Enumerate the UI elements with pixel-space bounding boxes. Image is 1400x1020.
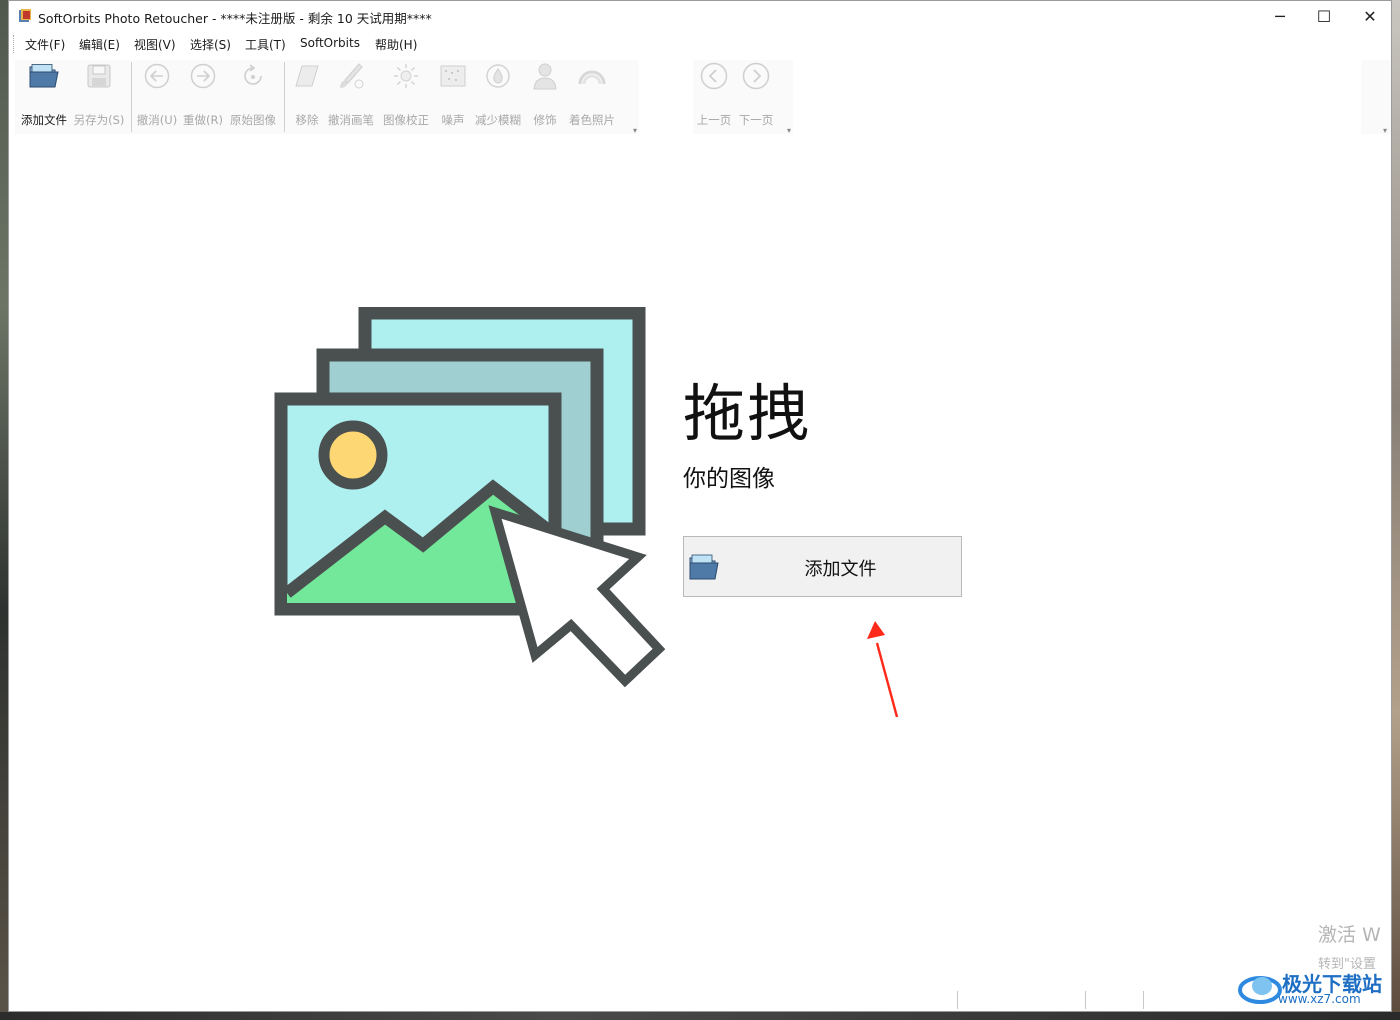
previous-page-label: 上一页 [696,113,732,127]
redo-label: 重做(R) [183,113,223,127]
drop-icon [481,58,515,94]
close-button[interactable]: ✕ [1347,1,1393,31]
undo-label: 撤消(U) [136,113,178,127]
folder-open-icon [27,58,61,94]
toolbar-extra-group [1361,60,1391,134]
undo-brush-button[interactable]: 撤消画笔 [325,58,377,128]
chevron-left-circle-icon [697,58,731,94]
add-file-button[interactable]: 添加文件 [683,536,962,597]
extra-overflow-icon[interactable]: ▾ [1383,126,1387,135]
status-bar [9,989,1391,1011]
watermark-url: www.xz7.com [1278,992,1361,1006]
image-correction-label: 图像校正 [383,113,429,127]
menu-edit[interactable]: 编辑(E) [79,36,120,53]
menu-tools[interactable]: 工具(T) [245,36,286,53]
menu-select[interactable]: 选择(S) [190,36,231,53]
drop-images-illustration [274,307,665,687]
restore-icon [236,58,270,94]
toolbar-separator [284,62,285,132]
desktop-edge-right [1392,0,1400,1020]
eraser-icon [290,58,324,94]
close-icon: ✕ [1363,6,1377,26]
previous-page-button[interactable]: 上一页 [693,58,735,128]
add-file-tool-label: 添加文件 [21,113,67,127]
app-window: SoftOrbits Photo Retoucher - ****未注册版 - … [8,0,1392,1012]
noise-button[interactable]: 噪声 [435,58,471,128]
noise-icon [436,58,470,94]
site-watermark: 极光下载站 www.xz7.com [1238,966,1384,1012]
app-icon [19,9,31,22]
nav-overflow-icon[interactable]: ▾ [787,126,791,135]
original-image-button[interactable]: 原始图像 [227,58,279,128]
title-bar: SoftOrbits Photo Retoucher - ****未注册版 - … [9,1,1391,31]
remove-button[interactable]: 移除 [289,58,325,128]
person-icon [528,58,562,94]
original-image-label: 原始图像 [230,113,276,127]
activation-line-1: 激活 W [1318,924,1381,946]
colorize-button[interactable]: 着色照片 [565,58,619,128]
desktop-edge-bottom [0,1012,1400,1020]
next-page-button[interactable]: 下一页 [735,58,777,128]
toolbar: 添加文件 另存为(S) 撤消(U) 重做(R) 原始图像 移除 撤消画笔 图像校… [9,58,1391,136]
brush-icon [334,58,368,94]
save-as-button[interactable]: 另存为(S) [73,58,125,128]
chevron-right-circle-icon [739,58,773,94]
window-title: SoftOrbits Photo Retoucher - ****未注册版 - … [38,11,432,26]
menu-file[interactable]: 文件(F) [25,36,65,53]
menu-help[interactable]: 帮助(H) [375,36,417,53]
colorize-label: 着色照片 [569,113,615,127]
menu-bar: 文件(F) 编辑(E) 视图(V) 选择(S) 工具(T) SoftOrbits… [9,33,1391,55]
watermark-logo-icon [1238,976,1282,1004]
minimize-button[interactable]: ─ [1257,1,1303,31]
remove-label: 移除 [295,113,319,127]
drag-subheading: 你的图像 [683,466,775,492]
add-file-tool-button[interactable]: 添加文件 [19,58,69,128]
windows-activation-notice: 激活 W 转到"设置 [1318,920,1381,972]
retouch-button[interactable]: 修饰 [527,58,563,128]
desktop-edge-left [0,0,8,1020]
menu-view[interactable]: 视图(V) [134,36,176,53]
menu-grip [13,35,16,53]
drag-heading: 拖拽 [683,377,812,450]
maximize-button[interactable]: ☐ [1301,1,1347,31]
status-separator [1143,991,1144,1009]
image-correction-button[interactable]: 图像校正 [379,58,433,128]
noise-label: 噪声 [441,113,465,127]
annotation-arrow [867,621,899,718]
status-separator [1085,991,1086,1009]
save-as-label: 另存为(S) [73,113,125,127]
sun-icon [389,58,423,94]
retouch-label: 修饰 [533,113,557,127]
reduce-blur-button[interactable]: 减少模糊 [471,58,525,128]
add-file-label: 添加文件 [804,559,877,580]
maximize-icon: ☐ [1316,6,1332,26]
toolbar-separator [131,62,132,132]
undo-button[interactable]: 撤消(U) [135,58,179,128]
reduce-blur-label: 减少模糊 [475,113,521,127]
save-icon [82,58,116,94]
arrow-left-circle-icon [140,58,174,94]
arrow-right-circle-icon [186,58,220,94]
status-separator [957,991,958,1009]
undo-brush-label: 撤消画笔 [328,113,374,127]
toolbar-overflow-icon[interactable]: ▾ [633,126,637,135]
menu-softorbits[interactable]: SoftOrbits [300,36,360,50]
next-page-label: 下一页 [738,113,774,127]
redo-button[interactable]: 重做(R) [181,58,225,128]
minimize-icon: ─ [1275,6,1285,26]
rainbow-icon [575,58,609,94]
